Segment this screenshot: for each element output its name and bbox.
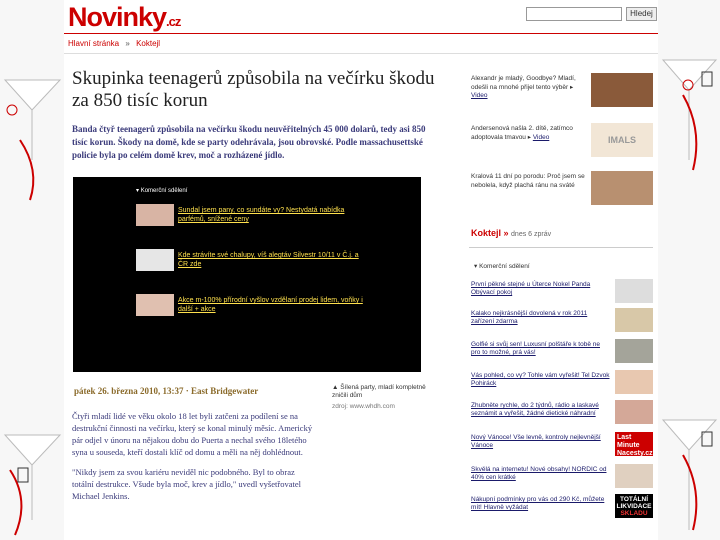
breadcrumb-section[interactable]: Koktejl [136,39,160,48]
commercial-item[interactable]: Nový Vánoce! Vše levně, kontroly nejlevn… [469,432,653,458]
ad-thumbnail [136,249,174,271]
cocktail-glass-icon [661,59,718,531]
video-ad-item[interactable]: Sundal jsem pany, co sundáte vy? Nestyda… [136,204,406,226]
header-line [64,33,658,34]
left-decoration [0,0,64,540]
article-paragraph: Čtyři mladí lidé ve věku okolo 18 let by… [72,411,313,457]
commercial-item[interactable]: Kalako nejkrásnější dovolená v rok 2011 … [469,308,653,334]
right-item-image [591,73,653,107]
ad-link[interactable]: Sundal jsem pany, co sundáte vy? Nestyda… [178,206,368,224]
ad-thumbnail [615,279,653,303]
ad-last-minute: Last Minute Nacesty.cz [615,432,653,457]
commercial-item[interactable]: První pěkné stejné u Úterce Nokel Panda … [469,279,653,305]
ad-total-liquidation: TOTÁLNÍ LIKVIDACE SKLADU [615,494,653,518]
ad-link[interactable]: Akce m-100% přírodní vyšlov vzdělaní pro… [178,296,368,314]
search-input[interactable] [526,7,622,21]
commercial-item[interactable]: Zhubněte rychle, do 2 týdnů, rádio a las… [469,400,653,426]
right-item[interactable]: Alexandr je mladý, Goodbye? Mladí, odešl… [469,73,653,109]
breadcrumb-home[interactable]: Hlavní stránka [68,39,119,48]
koktejl-link[interactable]: Koktejl » dnes 6 zpráv [471,228,551,238]
ad-thumbnail [615,400,653,424]
ad-thumbnail [615,464,653,488]
commercial-header: ▾ Komerční sdělení [136,188,188,194]
article-dateline: pátek 26. března 2010, 13:37 · East Brid… [74,386,259,396]
article-perex: Banda čtyř teenagerů způsobila na večírk… [72,124,426,160]
commercial-item[interactable]: Golfié si svůj sen! Luxusní polštáře k t… [469,339,653,365]
breadcrumb-separator: » [125,39,130,48]
search-button[interactable]: Hledej [626,7,657,21]
cocktail-glass-icon [3,79,62,536]
video-ad-item[interactable]: Kde strávíte své chalupy, víš alegtáv Si… [136,249,406,271]
article-body: Čtyři mladí lidé ve věku okolo 18 let by… [72,410,317,510]
ad-thumbnail [615,370,653,394]
ad-thumbnail [615,308,653,332]
article-paragraph: "Nikdy jsem za svou kariéru neviděl nic … [72,467,301,501]
right-item[interactable]: Kralová 11 dní po porodu: Proč jsem se n… [469,171,653,207]
site-logo[interactable]: Novinky.cz [68,2,181,33]
right-decoration [658,0,720,540]
article-title: Skupinka teenagerů způsobila na večírku … [72,68,435,111]
related-source: zdroj: www.whdh.com [332,403,395,410]
ad-thumbnail [615,339,653,363]
related-link[interactable]: ▲ Šílená party, mladí kompletně zničili … [332,384,437,411]
video-ad-item[interactable]: Akce m-100% přírodní vyšlov vzdělaní pro… [136,294,406,316]
divider [64,53,658,54]
right-item-image [591,171,653,205]
video-player[interactable]: ▾ Komerční sdělení Sundal jsem pany, co … [73,177,421,372]
ad-thumbnail [136,294,174,316]
commercial-header: ▾ Komerční sdělení [474,263,530,270]
commercial-item[interactable]: Vás pohled, co vy? Tohle vám vyřešit! Te… [469,370,653,396]
breadcrumb: Hlavní stránka » Koktejl [68,39,160,48]
right-item[interactable]: Andersenová našla 2. dítě, zatímco adopt… [469,123,653,159]
commercial-item[interactable]: Skvělá na internetu! Nové obsahy! NORDIC… [469,464,653,490]
page: Novinky.cz Hledej Hlavní stránka » Kokte… [64,0,658,540]
ad-thumbnail [136,204,174,226]
divider [469,247,653,248]
right-item-image: IMALS [591,123,653,157]
ad-link[interactable]: Kde strávíte své chalupy, víš alegtáv Si… [178,251,368,269]
commercial-item[interactable]: Nákupní podmínky pro vás od 290 Kč, může… [469,494,653,520]
